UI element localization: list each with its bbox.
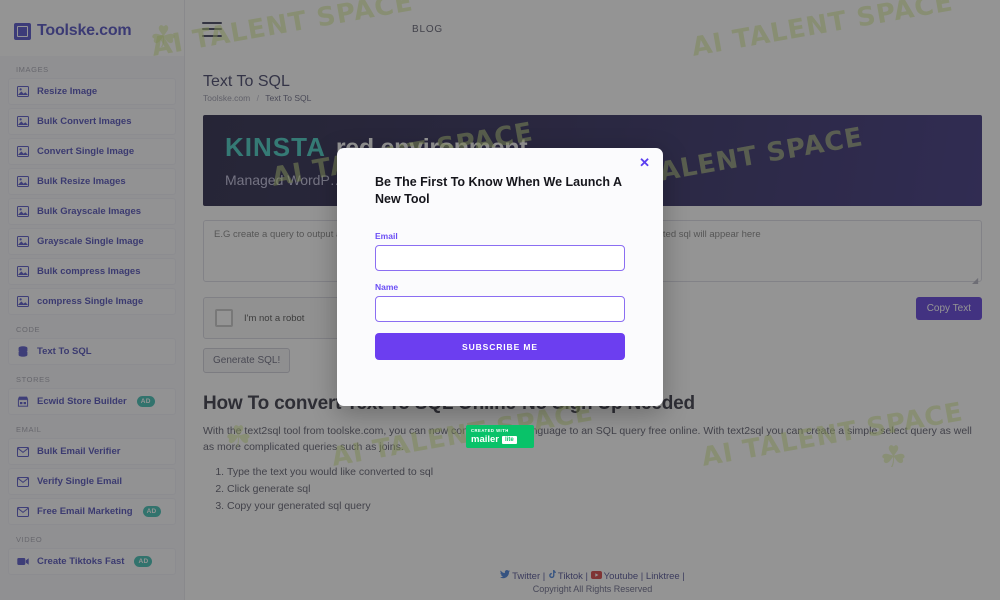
app-root: Toolske.com IMAGESResize ImageBulk Conve…	[0, 0, 1000, 600]
email-field[interactable]	[375, 245, 625, 272]
name-field-label: Name	[375, 282, 399, 293]
mailerlite-badge-top: CREATED WITH	[471, 428, 509, 433]
mailerlite-word: mailer	[471, 434, 499, 445]
mailerlite-lite-tag: lite	[502, 435, 517, 444]
mailerlite-badge-bottom: mailer lite	[471, 434, 534, 445]
email-field-label: Email	[375, 231, 398, 242]
modal-title: Be The First To Know When We Launch A Ne…	[375, 175, 622, 206]
subscribe-button[interactable]: SUBSCRIBE ME	[375, 333, 625, 361]
subscribe-modal: ✕ Be The First To Know When We Launch A …	[337, 148, 663, 406]
close-x-icon[interactable]: ✕	[639, 156, 650, 169]
mailerlite-badge[interactable]: CREATED WITH mailer lite	[466, 425, 534, 448]
name-field[interactable]	[375, 296, 625, 323]
